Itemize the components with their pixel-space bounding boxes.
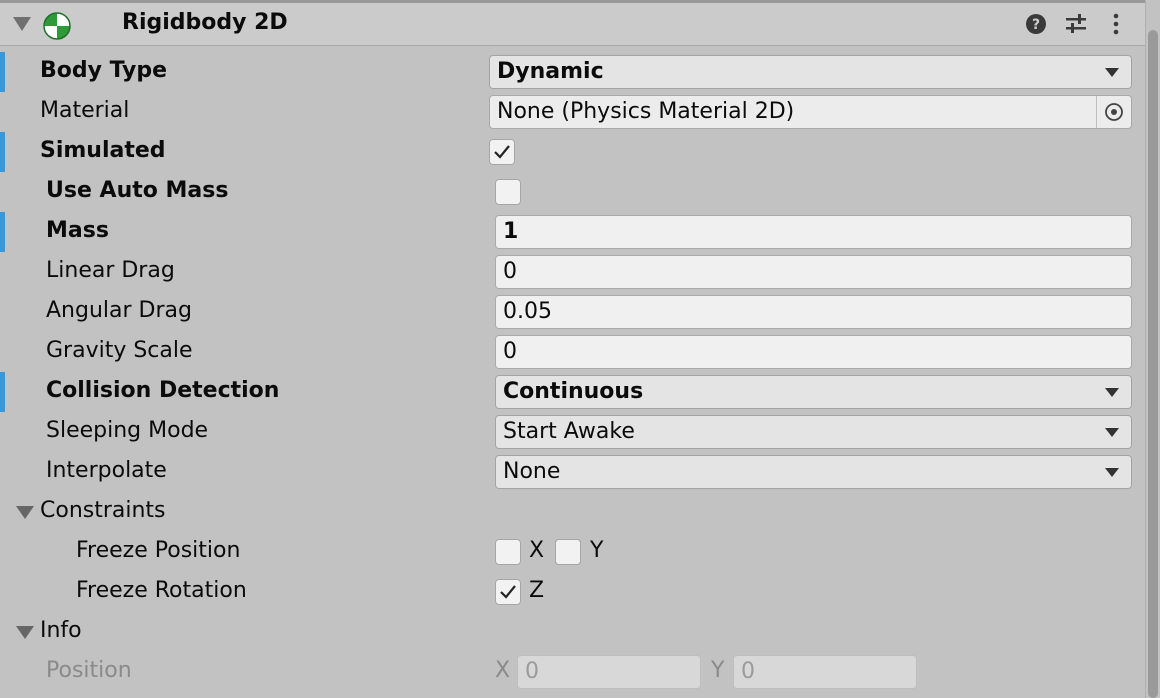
gravity-scale-input[interactable]: 0	[495, 335, 1132, 369]
object-picker-button[interactable]	[1096, 96, 1131, 128]
row-use-auto-mass: Use Auto Mass	[0, 172, 1146, 212]
scrollbar-thumb[interactable]	[1148, 30, 1158, 698]
material-object-field[interactable]: None (Physics Material 2D)	[489, 95, 1132, 129]
use-auto-mass-checkbox[interactable]	[495, 179, 521, 205]
interpolate-dropdown[interactable]: None	[495, 455, 1132, 489]
interpolate-value: None	[503, 459, 561, 484]
component-title: Rigidbody 2D	[122, 10, 288, 35]
collision-detection-label: Collision Detection	[46, 378, 280, 403]
material-value: None (Physics Material 2D)	[497, 99, 795, 124]
component-physics-icon	[43, 12, 71, 40]
fold-arrow-icon[interactable]	[12, 16, 32, 32]
info-position-x-label: X	[495, 658, 511, 683]
override-indicator	[0, 372, 5, 412]
fold-arrow-icon[interactable]	[16, 626, 34, 640]
collision-detection-value: Continuous	[503, 379, 644, 404]
freeze-rotation-label: Freeze Rotation	[76, 578, 247, 603]
freeze-position-y-checkbox[interactable]	[555, 539, 581, 565]
row-material: Material None (Physics Material 2D)	[0, 92, 1146, 132]
simulated-checkbox[interactable]	[489, 139, 515, 165]
interpolate-label: Interpolate	[46, 458, 167, 483]
fold-arrow-icon[interactable]	[16, 506, 34, 520]
info-position-label: Position	[46, 658, 132, 683]
row-angular-drag: Angular Drag 0.05	[0, 292, 1146, 332]
sleeping-mode-label: Sleeping Mode	[46, 418, 209, 443]
object-picker-icon	[1105, 103, 1123, 121]
freeze-position-y-label: Y	[590, 538, 604, 563]
info-position-y-label: Y	[711, 658, 725, 683]
info-foldout[interactable]: Info	[0, 612, 1146, 652]
body-type-label: Body Type	[40, 58, 168, 83]
sleeping-mode-value: Start Awake	[503, 419, 635, 444]
material-label: Material	[40, 98, 130, 123]
vertical-scrollbar[interactable]	[1145, 0, 1160, 698]
freeze-position-label: Freeze Position	[76, 538, 241, 563]
collision-detection-dropdown[interactable]: Continuous	[495, 375, 1132, 409]
info-position-x-field: 0	[517, 655, 701, 689]
angular-drag-label: Angular Drag	[46, 298, 192, 323]
row-mass: Mass 1	[0, 212, 1146, 252]
sleeping-mode-dropdown[interactable]: Start Awake	[495, 415, 1132, 449]
row-interpolate: Interpolate None	[0, 452, 1146, 492]
body-type-value: Dynamic	[497, 59, 604, 84]
freeze-position-x-label: X	[529, 538, 545, 563]
checkmark-icon	[500, 585, 516, 599]
dropdown-arrow-icon	[1105, 68, 1119, 77]
dropdown-arrow-icon	[1105, 388, 1119, 397]
row-collision-detection: Collision Detection Continuous	[0, 372, 1146, 412]
svg-text:?: ?	[1032, 17, 1040, 33]
linear-drag-label: Linear Drag	[46, 258, 175, 283]
checkmark-icon	[494, 145, 510, 159]
row-info-position: Position X 0 Y 0	[0, 652, 1146, 692]
override-indicator	[0, 132, 5, 172]
row-freeze-position: Freeze Position X Y	[0, 532, 1146, 572]
freeze-position-x-checkbox[interactable]	[495, 539, 521, 565]
presets-icon[interactable]	[1064, 12, 1088, 36]
dropdown-arrow-icon	[1105, 428, 1119, 437]
row-freeze-rotation: Freeze Rotation Z	[0, 572, 1146, 612]
component-header[interactable]: Rigidbody 2D ?	[0, 0, 1146, 46]
mass-input[interactable]: 1	[495, 215, 1132, 249]
constraints-label: Constraints	[40, 498, 166, 523]
info-position-y-field: 0	[733, 655, 917, 689]
override-indicator	[0, 212, 5, 252]
inspector-panel: Rigidbody 2D ? Body Type Dynamic Materia…	[0, 0, 1146, 698]
body-type-dropdown[interactable]: Dynamic	[489, 55, 1132, 89]
help-icon[interactable]: ?	[1024, 12, 1048, 36]
row-gravity-scale: Gravity Scale 0	[0, 332, 1146, 372]
row-linear-drag: Linear Drag 0	[0, 252, 1146, 292]
freeze-rotation-z-checkbox[interactable]	[495, 579, 521, 605]
row-body-type: Body Type Dynamic	[0, 52, 1146, 92]
constraints-foldout[interactable]: Constraints	[0, 492, 1146, 532]
more-menu-icon[interactable]	[1104, 12, 1128, 36]
use-auto-mass-label: Use Auto Mass	[46, 178, 229, 203]
linear-drag-input[interactable]: 0	[495, 255, 1132, 289]
info-label: Info	[40, 618, 82, 643]
simulated-label: Simulated	[40, 138, 166, 163]
dropdown-arrow-icon	[1105, 468, 1119, 477]
gravity-scale-label: Gravity Scale	[46, 338, 193, 363]
row-simulated: Simulated	[0, 132, 1146, 172]
override-indicator	[0, 52, 5, 92]
angular-drag-input[interactable]: 0.05	[495, 295, 1132, 329]
mass-label: Mass	[46, 218, 109, 243]
row-sleeping-mode: Sleeping Mode Start Awake	[0, 412, 1146, 452]
freeze-rotation-z-label: Z	[529, 578, 545, 603]
